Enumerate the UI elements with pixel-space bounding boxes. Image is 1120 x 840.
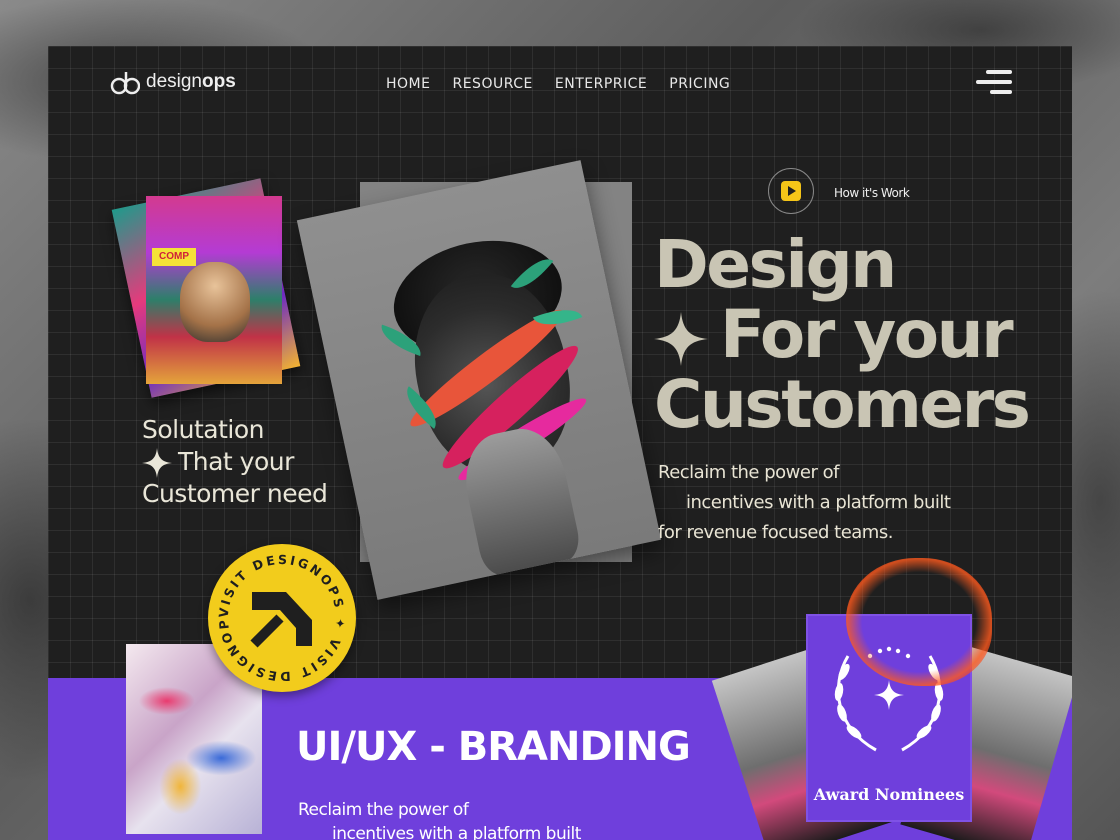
play-video-button[interactable] <box>768 168 814 214</box>
hero-line2: For your <box>720 296 1014 373</box>
badge-ring-text: VISIT DESIGNOPS ✦ VISIT DESIGNOPS ✦ <box>201 532 345 684</box>
brand-name-suffix: ops <box>202 71 236 92</box>
brand-name-prefix: design <box>146 71 202 92</box>
nav-home[interactable]: HOME <box>386 76 430 92</box>
hero-line3: Customers <box>654 366 1031 443</box>
page-frame: designops HOME RESOURCE ENTERPRICE PRICI… <box>48 46 1072 840</box>
hero-desc-line1: Reclaim the power of <box>658 462 839 483</box>
left-tagline-line1: Solutation <box>142 415 264 444</box>
nav-resource[interactable]: RESOURCE <box>452 76 532 92</box>
services-description: Reclaim the power of incentives with a p… <box>298 798 581 840</box>
award-label: Award Nominees <box>813 785 965 804</box>
logo-icon <box>110 72 140 95</box>
hero-description: Reclaim the power of incentives with a p… <box>658 458 978 548</box>
poster-tag: COMP <box>152 248 196 266</box>
hero-headline: Design For your Customers <box>654 226 1031 443</box>
badge-graphic: VISIT DESIGNOPS ✦ VISIT DESIGNOPS ✦ <box>201 532 348 684</box>
nav-pricing[interactable]: PRICING <box>669 76 730 92</box>
visit-designops-badge[interactable]: VISIT DESIGNOPS ✦ VISIT DESIGNOPS ✦ <box>201 532 356 692</box>
how-it-works-link[interactable]: How it's Work <box>834 186 910 200</box>
left-tagline-line2: That your <box>178 447 294 476</box>
badge-arrow-icon <box>250 592 312 648</box>
left-tagline-line3: Customer need <box>142 479 328 508</box>
services-desc-line1: Reclaim the power of <box>298 800 469 820</box>
hamburger-menu-icon[interactable] <box>974 70 1012 94</box>
services-desc-line2: incentives with a platform built <box>332 824 581 840</box>
sparkle-icon <box>654 311 708 366</box>
main-nav: HOME RESOURCE ENTERPRICE PRICING <box>386 76 730 92</box>
sparkle-icon <box>142 448 172 478</box>
hero-desc-line3: for revenue focused teams. <box>658 522 893 543</box>
nav-enterprice[interactable]: ENTERPRICE <box>555 76 647 92</box>
play-icon <box>781 181 801 201</box>
collage-face-image <box>180 262 250 342</box>
left-tagline: Solutation That your Customer need <box>142 414 328 510</box>
svg-text:VISIT DESIGNOPS ✦ VISIT DESIGN: VISIT DESIGNOPS ✦ VISIT DESIGNOPS ✦ <box>208 544 348 684</box>
brand-logo[interactable]: designops <box>110 68 236 96</box>
hero-desc-line2: incentives with a platform built <box>686 492 951 513</box>
hero-line1: Design <box>654 226 897 303</box>
services-title: UI/UX - BRANDING <box>296 724 691 770</box>
